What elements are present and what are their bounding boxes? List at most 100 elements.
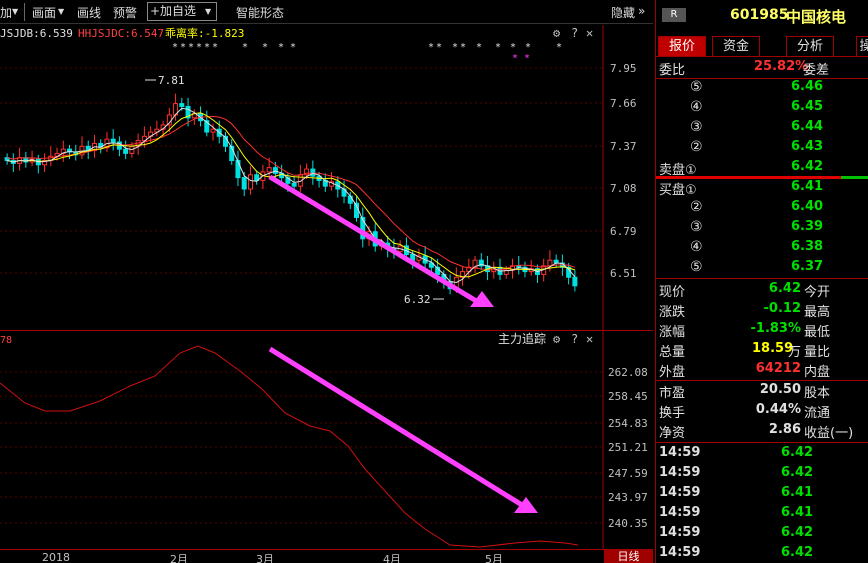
price-grid: [0, 67, 603, 274]
price-tick: 7.08: [610, 182, 637, 195]
tab-analysis[interactable]: 分析: [786, 36, 834, 56]
signal-star: *: [436, 42, 442, 53]
price-tick: 7.37: [610, 140, 637, 153]
chevron-down-icon[interactable]: ▼: [58, 7, 64, 16]
fundamental-value: 0.44%: [755, 402, 801, 417]
signal-star: *: [452, 42, 458, 53]
candle-body: [247, 174, 253, 190]
price-chart[interactable]: * * * * * * * * * * * * * * * * * ** ** 7.81 6.32 JSJDB:6.…: [0, 25, 653, 330]
signal-star: *: [204, 42, 210, 53]
signal-star: *: [262, 42, 268, 53]
help-icon[interactable]: ?: [571, 332, 578, 346]
signal-star: *: [242, 42, 248, 53]
tick-row: 14:59 6.41: [656, 484, 868, 504]
indicator-jsjdb: JSJDB:6.539: [0, 27, 73, 40]
x-label: 4月: [383, 553, 401, 563]
signal-markers: * * * * * * * * * * * * * * * * * ** **: [172, 42, 562, 64]
signal-star: *: [476, 42, 482, 53]
signal-star: *: [196, 42, 202, 53]
tick-price: 6.42: [781, 545, 814, 560]
price-tick: 6.79: [610, 225, 637, 238]
price-axis-ticks: 7.95 7.66 7.37 7.08 6.79 6.51: [610, 62, 637, 280]
stat-value: -0.12: [763, 301, 801, 316]
chart-toolbar: 加 ▼ 画面 ▼ 画线 预警 +加自选 ▼ 智能形态 隐藏 »: [0, 0, 653, 24]
stat-label: 涨幅: [659, 325, 686, 340]
close-icon[interactable]: ✕: [586, 26, 593, 40]
expand-icon[interactable]: »: [638, 4, 645, 18]
bid-level-row: ⑤ 6.37: [656, 258, 868, 278]
fundamental-row: 净资 2.86 收益(一): [656, 421, 868, 441]
stat-right-label: 内盘: [804, 365, 831, 380]
signal-star: *: [556, 42, 562, 53]
weibi-label: 委比: [659, 63, 686, 78]
tab-funds[interactable]: 资金: [712, 36, 760, 56]
x-label: 5月: [485, 553, 503, 563]
bid-price: 6.41: [791, 179, 824, 194]
toolbar-alert-button[interactable]: 预警: [113, 4, 137, 21]
sub-tick: 247.59: [608, 467, 648, 480]
bid-price: 6.39: [791, 219, 824, 234]
bid-level-label: ④: [690, 239, 703, 255]
stat-row: 涨跌 -0.12 最高: [656, 300, 868, 320]
tab-quote[interactable]: 报价: [658, 36, 706, 56]
close-icon[interactable]: ✕: [586, 332, 593, 346]
help-icon[interactable]: ?: [571, 26, 578, 40]
x-axis: 2018 2月 3月 4月 5月 日线: [0, 549, 653, 563]
tick-time: 14:59: [659, 485, 701, 500]
stat-row: 总量 18.59 万量比: [656, 340, 868, 360]
candle-body: [235, 160, 241, 179]
ma-line-white: [6, 107, 576, 284]
high-marker: 7.81: [158, 74, 185, 87]
toolbar-screen-button[interactable]: 画面: [32, 4, 56, 21]
bid-level-label: ③: [690, 219, 703, 235]
stat-right-label: 最高: [804, 305, 831, 320]
tick-row: 14:59 6.42: [656, 444, 868, 464]
stat-unit: 万: [788, 345, 802, 360]
toolbar-pattern-button[interactable]: 智能形态: [236, 4, 284, 21]
bid-level-row: ③ 6.39: [656, 218, 868, 238]
ask-price: 6.42: [791, 159, 824, 174]
toolbar-draw-button[interactable]: 画线: [77, 4, 101, 21]
signal-star: *: [428, 42, 434, 53]
chevron-down-icon[interactable]: ▼: [12, 7, 18, 16]
sub-left-label: 78: [0, 335, 12, 346]
ma-line-red: [6, 115, 576, 271]
ask-level-label: ②: [690, 139, 703, 155]
sub-tick: 251.21: [608, 441, 648, 454]
tick-price: 6.42: [781, 445, 814, 460]
divider: [656, 442, 868, 443]
signal-star: *: [212, 42, 218, 53]
price-tick: 6.51: [610, 267, 637, 280]
sub-chart-title: 主力追踪: [498, 331, 546, 346]
candlestick-series: [4, 93, 578, 295]
add-watchlist-label: +加自选: [150, 4, 197, 18]
gear-icon[interactable]: ⚙: [553, 332, 561, 346]
tick-price: 6.41: [781, 485, 814, 500]
tick-time: 14:59: [659, 465, 701, 480]
stat-value: 6.42: [768, 281, 801, 296]
chevron-down-icon[interactable]: ▼: [205, 7, 211, 16]
ask-level-row: ③ 6.44: [656, 118, 868, 138]
candle-body: [179, 103, 185, 107]
fundamental-label: 市盈: [659, 386, 686, 401]
hide-button[interactable]: 隐藏: [611, 4, 635, 21]
signal-star-magenta: *: [512, 53, 518, 64]
market-badge: R: [662, 8, 686, 22]
tick-row: 14:59 6.41: [656, 504, 868, 524]
stat-right-label: 最低: [804, 325, 831, 340]
tick-row: 14:59 6.42: [656, 464, 868, 484]
candle-body: [241, 177, 247, 190]
tick-time: 14:59: [659, 545, 701, 560]
tick-row: 14:59 6.42: [656, 524, 868, 544]
stat-label: 总量: [659, 345, 686, 360]
gear-icon[interactable]: ⚙: [553, 26, 561, 40]
main-force-chart[interactable]: 78 主力追踪 ⚙ ? ✕ 262.08 258.45 254.83 251.21 24…: [0, 331, 653, 549]
toolbar-add-partial[interactable]: 加: [0, 4, 12, 21]
sub-tick: 243.97: [608, 491, 648, 504]
x-label: 2月: [170, 553, 188, 563]
tick-time: 14:59: [659, 505, 701, 520]
stat-value: 18.59: [752, 341, 794, 356]
candle-body: [310, 168, 316, 177]
period-button[interactable]: 日线: [604, 550, 653, 563]
tab-trade[interactable]: 操: [856, 36, 868, 56]
